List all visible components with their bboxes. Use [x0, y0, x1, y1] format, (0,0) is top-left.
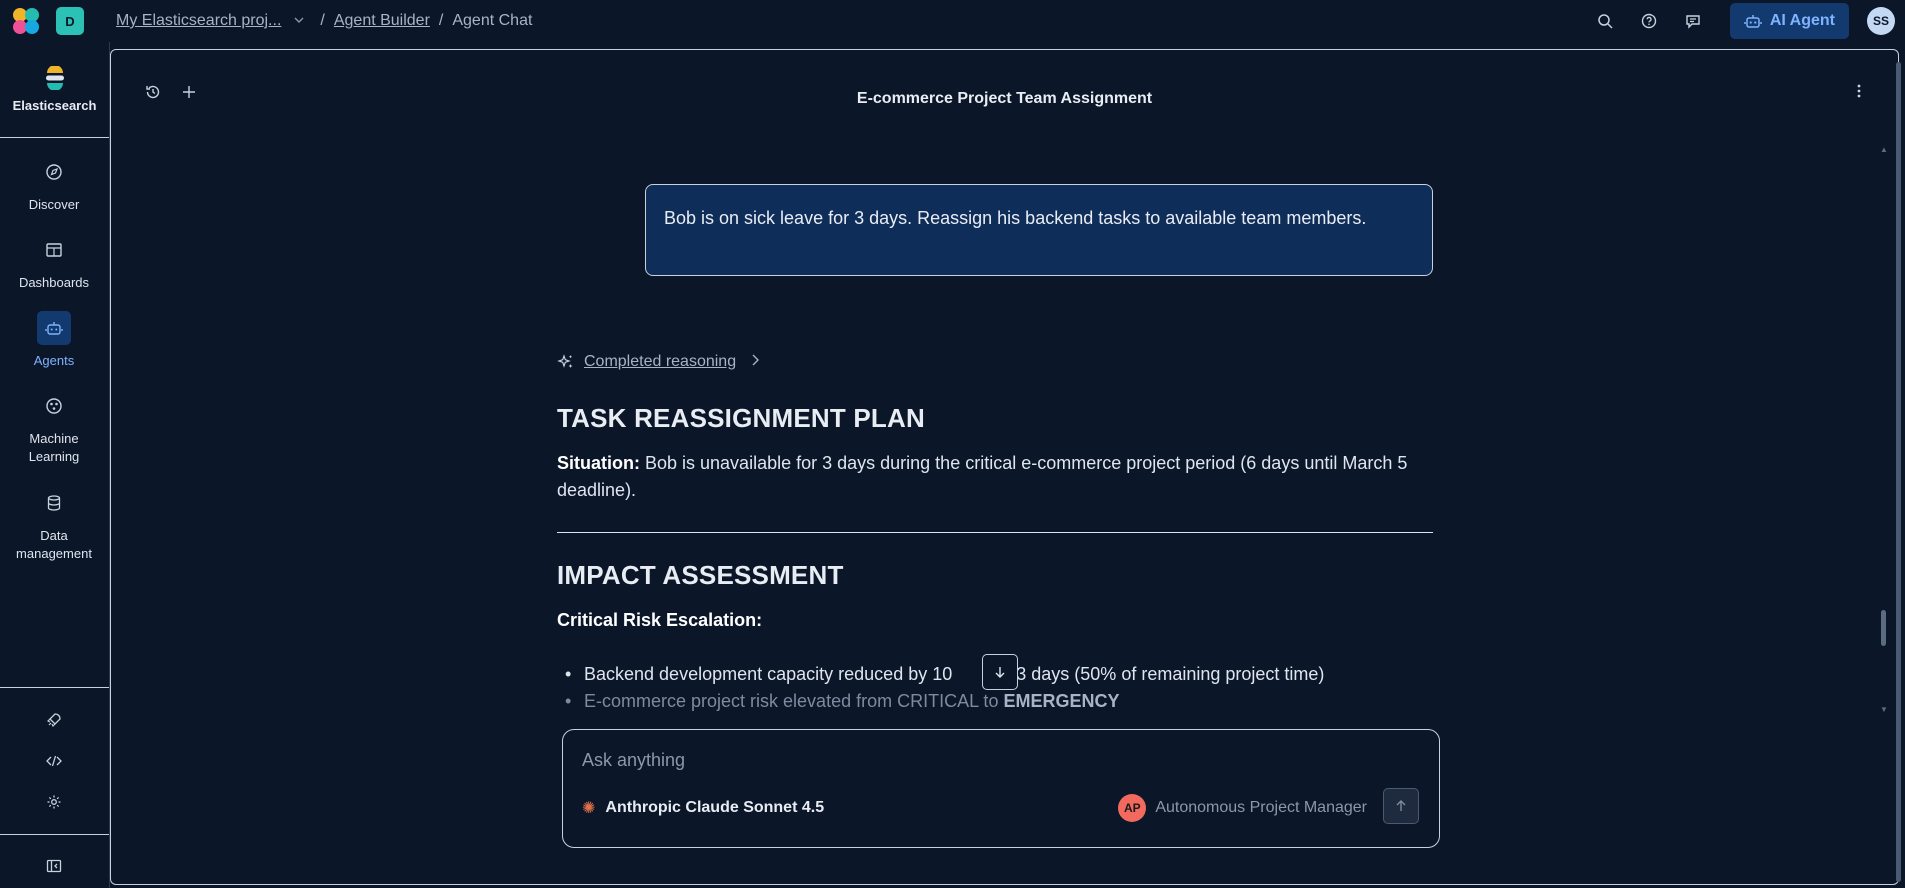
compass-icon — [37, 155, 71, 189]
breadcrumb: My Elasticsearch proj... / Agent Builder… — [116, 12, 532, 30]
ml-icon — [37, 389, 71, 423]
user-avatar[interactable]: SS — [1867, 7, 1895, 35]
robot-icon — [37, 311, 71, 345]
heading-task-reassignment: TASK REASSIGNMENT PLAN — [557, 403, 925, 433]
arrow-up-icon — [1396, 800, 1406, 811]
bullet-emphasis: EMERGENCY — [1003, 691, 1120, 711]
database-icon — [37, 486, 71, 520]
bullet-text-end: for 3 days (50% of remaining project tim… — [990, 664, 1325, 684]
agent-selector[interactable]: AP Autonomous Project Manager — [1118, 794, 1367, 822]
reasoning-toggle[interactable]: Completed reasoning — [557, 353, 760, 371]
scrollbar-thumb[interactable] — [1881, 610, 1886, 646]
chat-input[interactable]: Ask anything — [582, 750, 685, 771]
sidebar-item-label: Agents — [33, 353, 75, 368]
scroll-down-arrow-icon[interactable]: ▼ — [1880, 705, 1888, 714]
elastic-logo-icon[interactable] — [12, 7, 40, 35]
top-right-actions: AI Agent SS — [1578, 0, 1895, 42]
nav-divider — [0, 834, 109, 835]
bullet-text-start: E-commerce project risk elevated from CR… — [584, 691, 1004, 711]
chat-scrollbar[interactable]: ▲ ▼ — [1880, 145, 1888, 714]
sidebar-item-dashboards[interactable]: Dashboards — [0, 233, 108, 292]
chat-title: E-commerce Project Team Assignment — [856, 90, 1153, 107]
breadcrumb-agent-builder[interactable]: Agent Builder — [334, 12, 430, 30]
scroll-up-arrow-icon[interactable]: ▲ — [1880, 145, 1888, 154]
risk-escalation-label: Critical Risk Escalation: — [557, 607, 1437, 634]
scroll-to-bottom-button[interactable] — [982, 654, 1018, 690]
collapse-icon[interactable] — [37, 849, 71, 883]
send-button[interactable] — [1383, 788, 1419, 824]
reasoning-label: Completed reasoning — [584, 353, 737, 370]
anthropic-icon: ✺ — [582, 800, 596, 817]
rocket-icon[interactable] — [37, 703, 71, 737]
chevron-right-icon — [750, 353, 760, 371]
chevron-down-icon[interactable] — [293, 14, 305, 29]
breadcrumb-separator: / — [320, 12, 325, 29]
page-scrollbar-thumb[interactable] — [1896, 62, 1901, 882]
sidebar-item-label: Discover — [28, 197, 80, 212]
nav-divider — [0, 687, 109, 688]
sidebar-item-label: Machine Learning — [28, 431, 80, 464]
sidebar-item-label: Dashboards — [18, 275, 90, 290]
chat-composer[interactable]: Ask anything ✺ Anthropic Claude Sonnet 4… — [562, 729, 1440, 848]
space-avatar[interactable]: D — [56, 7, 84, 35]
ai-agent-label: AI Agent — [1769, 12, 1835, 29]
page-scrollbar[interactable] — [1896, 52, 1902, 882]
gear-icon[interactable] — [37, 785, 71, 819]
help-icon[interactable] — [1632, 4, 1666, 38]
agent-label: Autonomous Project Manager — [1155, 799, 1367, 816]
chat-panel: E-commerce Project Team Assignment Bob i… — [110, 49, 1899, 885]
robot-icon — [1744, 15, 1762, 28]
code-icon[interactable] — [37, 744, 71, 778]
breadcrumb-agent-chat: Agent Chat — [452, 12, 533, 29]
situation-text: Bob is unavailable for 3 days during the… — [557, 453, 1408, 500]
situation-paragraph: Situation: Bob is unavailable for 3 days… — [557, 450, 1437, 504]
sidebar-item-label: Data management — [16, 528, 92, 561]
list-item: E-commerce project risk elevated from CR… — [557, 688, 1457, 715]
sidebar-item-machine-learning[interactable]: Machine Learning — [0, 389, 108, 466]
side-navigation: Elasticsearch Discover Dashboards Agents… — [0, 42, 110, 888]
nav-brand-label: Elasticsearch — [12, 98, 97, 113]
divider — [557, 532, 1433, 533]
situation-label: Situation: — [557, 453, 640, 473]
sidebar-item-data-management[interactable]: Data management — [0, 486, 108, 563]
user-message: Bob is on sick leave for 3 days. Reassig… — [645, 184, 1433, 276]
breadcrumb-separator: / — [438, 12, 444, 29]
more-options-icon[interactable] — [1856, 82, 1862, 103]
dashboard-icon — [37, 233, 71, 267]
model-selector[interactable]: ✺ Anthropic Claude Sonnet 4.5 — [582, 798, 824, 818]
sparkles-icon — [557, 354, 573, 368]
search-icon[interactable] — [1588, 4, 1622, 38]
top-bar: D My Elasticsearch proj... / Agent Build… — [0, 0, 1905, 42]
sidebar-item-discover[interactable]: Discover — [0, 155, 108, 214]
feedback-icon[interactable] — [1676, 4, 1710, 38]
elasticsearch-logo-icon — [45, 66, 64, 90]
nav-brand[interactable]: Elasticsearch — [0, 42, 109, 138]
arrow-down-icon — [995, 667, 1005, 678]
bullet-text-start: Backend development capacity reduced by … — [584, 664, 953, 684]
sidebar-item-agents[interactable]: Agents — [0, 311, 108, 370]
breadcrumb-project[interactable]: My Elasticsearch proj... — [116, 12, 281, 30]
risk-label-text: Critical Risk Escalation: — [557, 610, 763, 630]
agent-avatar: AP — [1118, 794, 1147, 822]
model-label: Anthropic Claude Sonnet 4.5 — [605, 799, 825, 816]
heading-impact-assessment: IMPACT ASSESSMENT — [557, 560, 844, 590]
ai-agent-button[interactable]: AI Agent — [1729, 3, 1849, 39]
